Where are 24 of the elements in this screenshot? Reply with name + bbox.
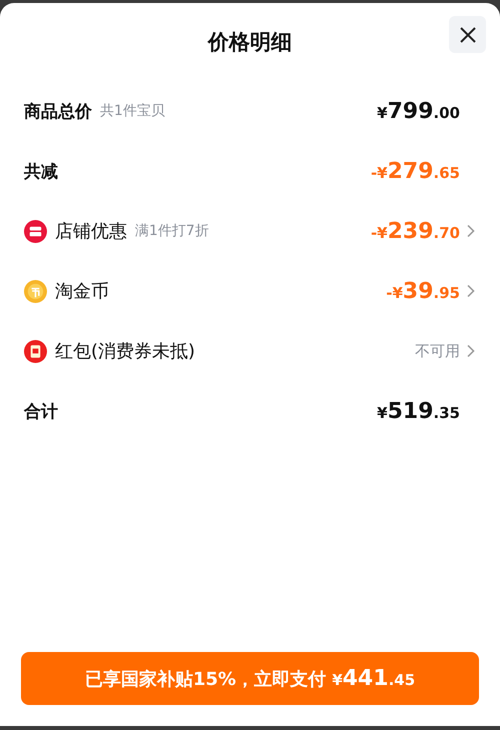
price: ¥519.35: [377, 398, 460, 424]
price: ¥799.00: [377, 98, 460, 124]
row-label: 红包(消费券未抵): [55, 340, 196, 363]
price: -¥279.65: [370, 158, 460, 184]
row-note: 共1件宝贝: [100, 102, 165, 120]
row-label: 合计: [24, 400, 58, 422]
price: -¥39.95: [386, 278, 460, 304]
row-label: 共减: [24, 160, 58, 182]
close-button[interactable]: [449, 16, 486, 53]
row-note: 满1件打7折: [135, 222, 209, 240]
row-label: 商品总价: [24, 100, 92, 122]
row-label: 店铺优惠: [55, 220, 127, 243]
envelope-icon: [24, 340, 47, 362]
chevron-right-icon[interactable]: [466, 344, 476, 358]
status-text: 不可用: [415, 342, 460, 360]
sheet-title: 价格明细: [208, 29, 292, 56]
coin-icon: [24, 280, 47, 302]
chevron-right-icon[interactable]: [466, 224, 476, 238]
row-label: 淘金币: [55, 280, 109, 303]
pay-button[interactable]: 已享国家补贴15%，立即支付 ¥441.45: [21, 652, 479, 705]
shop-icon: [24, 220, 47, 242]
chevron-right-icon[interactable]: [466, 284, 476, 298]
price: -¥239.70: [370, 218, 460, 244]
close-icon: [458, 26, 476, 44]
